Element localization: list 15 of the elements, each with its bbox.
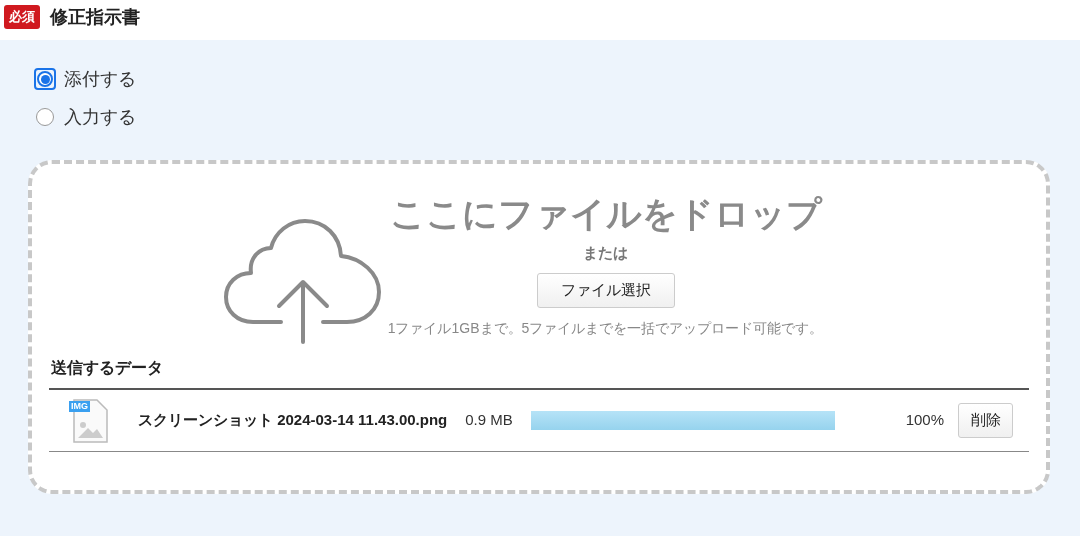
file-name: スクリーンショット 2024-03-14 11.43.00.png: [138, 410, 448, 431]
file-size: 0.9 MB: [465, 410, 513, 431]
delete-button[interactable]: 削除: [958, 403, 1013, 438]
drop-title: ここにファイルをドロップ: [389, 193, 822, 235]
files-heading: 送信するデータ: [51, 358, 164, 378]
required-badge: 必須: [4, 5, 40, 29]
section-title: 修正指示書: [50, 5, 140, 29]
option-label: 入力する: [64, 105, 136, 129]
file-select-button[interactable]: ファイル選択: [536, 272, 675, 308]
or-text: または: [583, 243, 628, 263]
cloud-upload-icon: [222, 218, 383, 344]
option-label: 添付する: [64, 67, 136, 91]
radio-button[interactable]: [34, 68, 56, 90]
progress-percent: 100%: [905, 410, 944, 431]
upload-note: 1ファイル1GBまで。5ファイルまでを一括でアップロード可能です。: [387, 318, 824, 338]
